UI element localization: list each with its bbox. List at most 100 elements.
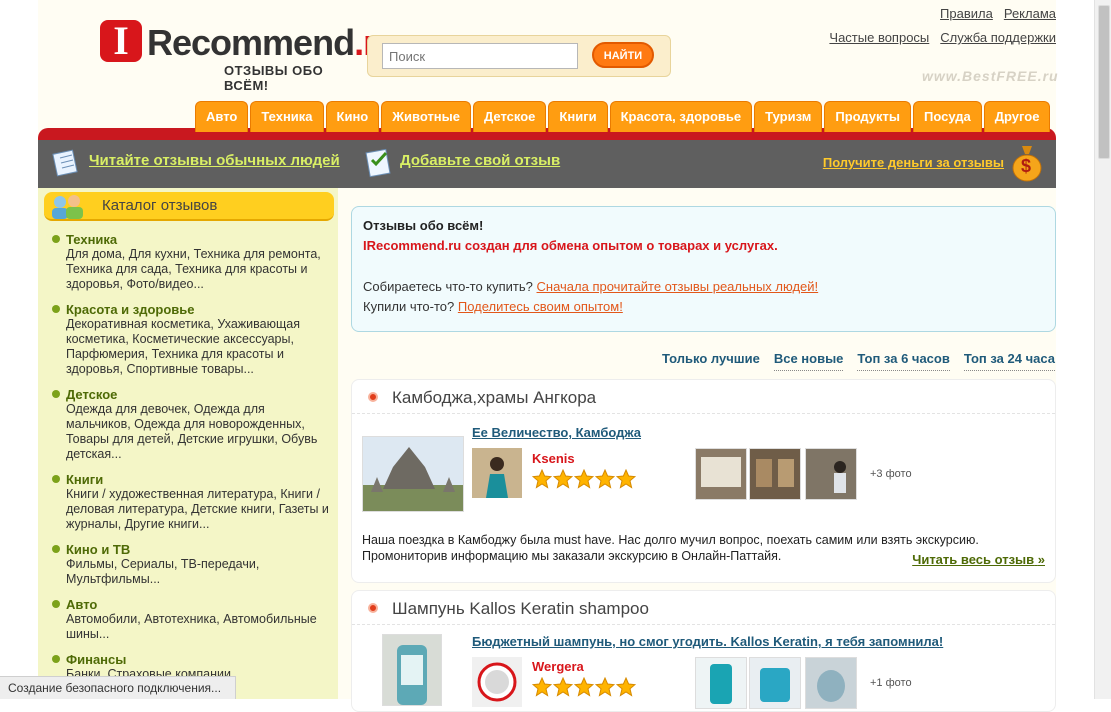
star-icon — [595, 469, 615, 489]
review-photo[interactable] — [695, 657, 747, 709]
star-icon — [553, 677, 573, 697]
search-input[interactable] — [382, 43, 578, 69]
link-faq[interactable]: Частые вопросы — [829, 30, 929, 45]
filter-top-6h[interactable]: Топ за 6 часов — [857, 351, 950, 371]
read-more-link[interactable]: Читать весь отзыв » — [912, 552, 1045, 567]
bullet-icon — [52, 390, 60, 398]
filter-top-24h[interactable]: Топ за 24 часа — [963, 351, 1055, 371]
star-icon — [616, 677, 636, 697]
product-image[interactable] — [382, 634, 442, 706]
tab-books[interactable]: Книги — [548, 101, 608, 132]
bullet-icon — [52, 600, 60, 608]
category-item: Техника Для дома, Для кухни, Техника для … — [52, 232, 332, 292]
product-title[interactable]: Камбоджа,храмы Ангкора — [392, 388, 596, 408]
category-item: Авто Автомобили, Автотехника, Автомобильн… — [52, 597, 332, 642]
review-photo[interactable] — [749, 448, 801, 500]
category-name[interactable]: Авто — [66, 597, 332, 612]
divider — [352, 413, 1055, 414]
category-list: Техника Для дома, Для кухни, Техника для … — [52, 232, 332, 692]
link-support[interactable]: Служба поддержки — [940, 30, 1056, 45]
category-subs[interactable]: Одежда для девочек, Одежда для мальчиков… — [66, 402, 332, 462]
star-icon — [595, 677, 615, 697]
read-reviews-link[interactable]: Читайте отзывы обычных людей — [89, 152, 340, 169]
logo-text: Recommend.ru — [147, 22, 398, 63]
welcome-bought-line: Купили что-то? Поделитесь своим опытом! — [363, 299, 623, 314]
bullet-icon — [52, 545, 60, 553]
review-title-link[interactable]: Ее Величество, Камбоджа — [472, 425, 641, 440]
bullet-icon — [52, 655, 60, 663]
star-icon — [532, 677, 552, 697]
category-tabs: Авто Техника Кино Животные Детское Книги… — [195, 101, 1052, 132]
category-name[interactable]: Красота и здоровье — [66, 302, 332, 317]
bullet-icon — [52, 475, 60, 483]
star-icon — [574, 677, 594, 697]
tab-tourism[interactable]: Туризм — [754, 101, 823, 132]
browser-status-bar: Создание безопасного подключения... — [0, 676, 237, 699]
category-name[interactable]: Финансы — [66, 652, 332, 667]
tab-kids[interactable]: Детское — [473, 101, 547, 132]
logo-badge: I — [100, 20, 142, 62]
tab-auto[interactable]: Авто — [195, 101, 249, 132]
author-avatar[interactable] — [472, 657, 522, 707]
review-photo[interactable] — [749, 657, 801, 709]
category-subs[interactable]: Фильмы, Сериалы, ТВ-передачи, Мультфильм… — [66, 557, 332, 587]
author-name[interactable]: Ksenis — [532, 451, 575, 466]
review-filters: Только лучшие Все новые Топ за 6 часов Т… — [648, 351, 1055, 371]
watermark: www.BestFREE.ru — [922, 68, 1059, 84]
more-photos-count[interactable]: +1 фото — [870, 677, 912, 689]
product-title[interactable]: Шампунь Kallos Keratin shampoo — [392, 599, 649, 619]
category-subs[interactable]: Декоративная косметика, Ухаживающая косм… — [66, 317, 332, 377]
catalog-sidebar: Каталог отзывов Техника Для дома, Для кух… — [38, 188, 338, 699]
link-rules[interactable]: Правила — [940, 6, 993, 21]
bullet-icon — [52, 305, 60, 313]
filter-new[interactable]: Все новые — [773, 351, 844, 371]
category-item: Книги Книги / художественная литература, … — [52, 472, 332, 532]
top-links: Правила Реклама Частые вопросы Служба подд… — [818, 6, 1056, 54]
category-item: Детское Одежда для девочек, Одежда для ма… — [52, 387, 332, 462]
link-ads[interactable]: Реклама — [1004, 6, 1056, 21]
filter-best[interactable]: Только лучшие — [662, 351, 760, 371]
search-box: НАЙТИ — [367, 35, 671, 77]
category-item: Кино и ТВ Фильмы, Сериалы, ТВ-передачи, М… — [52, 542, 332, 587]
double-chevron-icon: » — [1037, 552, 1045, 567]
product-bullet-icon — [368, 392, 378, 402]
author-avatar[interactable] — [472, 448, 522, 498]
add-review-link[interactable]: Добавьте свой отзыв — [400, 152, 560, 169]
tab-animals[interactable]: Животные — [381, 101, 471, 132]
category-name[interactable]: Детское — [66, 387, 332, 402]
review-photo[interactable] — [695, 448, 747, 500]
scrollbar-thumb[interactable] — [1098, 5, 1110, 159]
review-title-link[interactable]: Бюджетный шампунь, но смог угодить. Kall… — [472, 634, 943, 649]
category-name[interactable]: Кино и ТВ — [66, 542, 332, 557]
review-card: Камбоджа,храмы Ангкора Ее Величество, Ка… — [351, 379, 1056, 583]
share-experience-link[interactable]: Поделитесь своим опытом! — [458, 299, 623, 314]
category-subs[interactable]: Для дома, Для кухни, Техника для ремонта… — [66, 247, 332, 292]
star-icon — [574, 469, 594, 489]
star-icon — [553, 469, 573, 489]
review-card: Шампунь Kallos Keratin shampoo Бюджетный… — [351, 590, 1056, 712]
product-image[interactable] — [362, 436, 464, 512]
bullet-icon — [52, 235, 60, 243]
tab-dishes[interactable]: Посуда — [913, 101, 982, 132]
site-logo[interactable]: I Recommend.ru ОТЗЫВЫ ОБО ВСЁМ! — [100, 20, 398, 93]
tab-beauty[interactable]: Красота, здоровье — [609, 101, 753, 132]
review-photo[interactable] — [805, 448, 857, 500]
search-button[interactable]: НАЙТИ — [592, 42, 654, 68]
read-real-reviews-link[interactable]: Сначала прочитайте отзывы реальных людей… — [537, 279, 819, 294]
category-name[interactable]: Книги — [66, 472, 332, 487]
review-photo[interactable] — [805, 657, 857, 709]
tab-other[interactable]: Другое — [983, 101, 1051, 132]
author-name[interactable]: Wergera — [532, 659, 584, 674]
page-scrollbar[interactable] — [1094, 0, 1111, 699]
welcome-subheading: IRecommend.ru создан для обмена опытом о… — [363, 238, 778, 253]
checklist-icon — [365, 148, 391, 178]
tab-movies[interactable]: Кино — [325, 101, 380, 132]
category-name[interactable]: Техника — [66, 232, 332, 247]
tab-tech[interactable]: Техника — [250, 101, 324, 132]
tab-food[interactable]: Продукты — [824, 101, 912, 132]
earn-money-link[interactable]: Получите деньги за отзывы — [823, 155, 1004, 170]
category-item: Красота и здоровье Декоративная косметика… — [52, 302, 332, 377]
category-subs[interactable]: Книги / художественная литература, Книги… — [66, 487, 332, 532]
more-photos-count[interactable]: +3 фото — [870, 468, 912, 480]
category-subs[interactable]: Автомобили, Автотехника, Автомобильные ш… — [66, 612, 332, 642]
